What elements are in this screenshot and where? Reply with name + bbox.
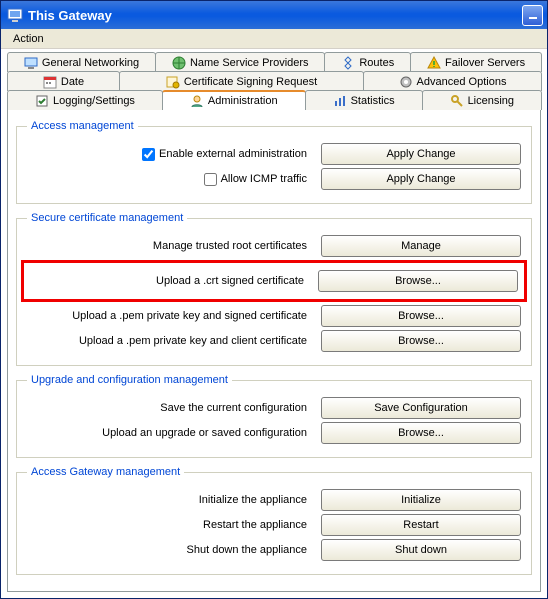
chart-icon [333,94,347,108]
tab-date[interactable]: Date [7,71,120,91]
menu-bar: Action [1,29,547,49]
calendar-icon [43,75,57,89]
browse-crt-button[interactable]: Browse... [318,270,518,292]
tab-label: Certificate Signing Request [184,76,317,88]
tab-routes[interactable]: Routes [324,52,411,72]
group-upgrade-config: Upgrade and configuration management Sav… [16,374,532,458]
group-legend: Upgrade and configuration management [27,374,232,386]
upload-config-label: Upload an upgrade or saved configuration [27,427,321,439]
warning-icon [427,56,441,70]
tab-content: Access management Enable external admini… [7,109,541,592]
tab-certificate-signing-request[interactable]: Certificate Signing Request [119,71,364,91]
enable-external-admin-label[interactable]: Enable external administration [27,145,307,164]
manage-button[interactable]: Manage [321,235,521,257]
key-icon [450,94,464,108]
tab-label: Name Service Providers [190,57,309,69]
admin-icon [190,94,204,108]
upload-crt-label: Upload a .crt signed certificate [30,275,318,287]
tab-label: Statistics [351,95,395,107]
routes-icon [341,56,355,70]
tabs: General Networking Name Service Provider… [7,52,541,110]
title-bar: This Gateway [1,1,547,29]
tab-logging-settings[interactable]: Logging/Settings [7,90,163,110]
window: This Gateway Action General Networking N… [0,0,548,599]
initialize-label: Initialize the appliance [27,494,321,506]
tab-label: Routes [359,57,394,69]
tab-advanced-options[interactable]: Advanced Options [363,71,542,91]
minimize-button[interactable] [522,5,543,26]
manage-certs-label: Manage trusted root certificates [27,240,321,252]
browse-config-button[interactable]: Browse... [321,422,521,444]
upload-pem-signed-label: Upload a .pem private key and signed cer… [27,310,321,322]
allow-icmp-label[interactable]: Allow ICMP traffic [27,170,307,189]
tab-licensing[interactable]: Licensing [422,90,542,110]
tab-general-networking[interactable]: General Networking [7,52,156,72]
tab-label: Logging/Settings [53,95,135,107]
shutdown-label: Shut down the appliance [27,544,321,556]
tab-label: Advanced Options [417,76,507,88]
save-config-button[interactable]: Save Configuration [321,397,521,419]
save-config-label: Save the current configuration [27,402,321,414]
monitor-icon [24,56,38,70]
window-title: This Gateway [28,8,520,23]
initialize-button[interactable]: Initialize [321,489,521,511]
group-legend: Access management [27,120,138,132]
group-secure-certificate-management: Secure certificate management Manage tru… [16,212,532,366]
group-access-management: Access management Enable external admini… [16,120,532,204]
restart-button[interactable]: Restart [321,514,521,536]
tab-administration[interactable]: Administration [162,90,306,110]
menu-action[interactable]: Action [7,32,50,46]
restart-label: Restart the appliance [27,519,321,531]
checkbox-icon [35,94,49,108]
body: General Networking Name Service Provider… [1,49,547,598]
enable-external-admin-checkbox[interactable] [142,148,155,161]
upload-pem-client-label: Upload a .pem private key and client cer… [27,335,321,347]
tab-label: Failover Servers [445,57,525,69]
tab-label: Licensing [468,95,514,107]
group-legend: Access Gateway management [27,466,184,478]
tab-failover-servers[interactable]: Failover Servers [410,52,542,72]
browse-pem-signed-button[interactable]: Browse... [321,305,521,327]
tab-statistics[interactable]: Statistics [305,90,423,110]
group-legend: Secure certificate management [27,212,187,224]
tab-name-service-providers[interactable]: Name Service Providers [155,52,325,72]
shutdown-button[interactable]: Shut down [321,539,521,561]
apply-change-button[interactable]: Apply Change [321,143,521,165]
tab-label: Date [61,76,84,88]
globe-icon [172,56,186,70]
checkbox-text: Enable external administration [159,148,307,160]
tab-label: General Networking [42,57,139,69]
group-gateway-management: Access Gateway management Initialize the… [16,466,532,575]
apply-change-button[interactable]: Apply Change [321,168,521,190]
highlighted-row: Upload a .crt signed certificate Browse.… [21,260,527,302]
monitor-icon [7,7,23,23]
gear-icon [399,75,413,89]
tab-label: Administration [208,95,278,107]
allow-icmp-checkbox[interactable] [204,173,217,186]
checkbox-text: Allow ICMP traffic [221,173,307,185]
certificate-icon [166,75,180,89]
browse-pem-client-button[interactable]: Browse... [321,330,521,352]
